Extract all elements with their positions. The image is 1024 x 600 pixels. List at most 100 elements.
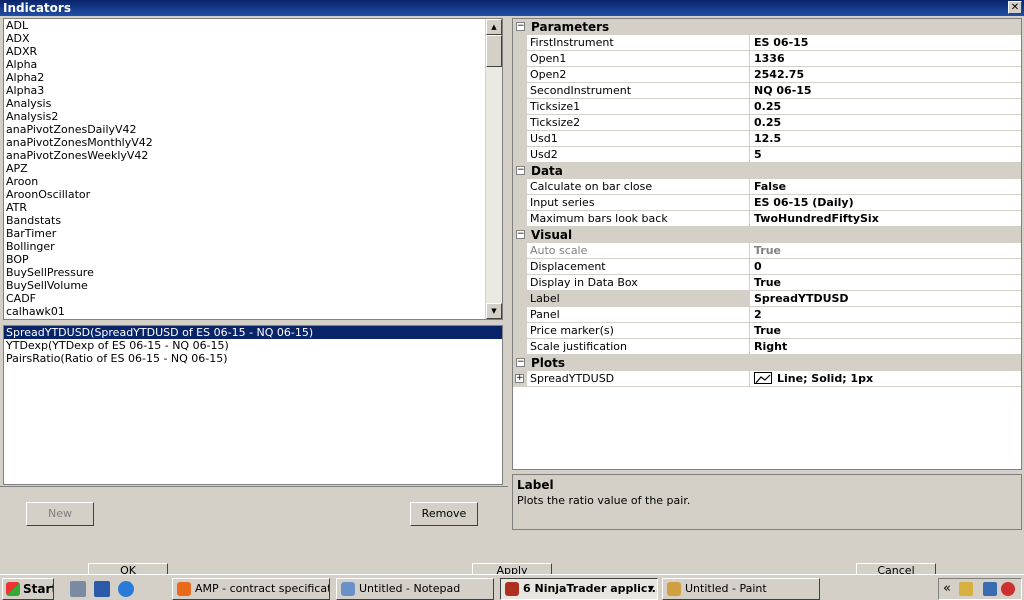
app-icon [505, 582, 519, 596]
property-value[interactable]: 2 [751, 307, 1021, 323]
property-value[interactable]: SpreadYTDUSD [751, 291, 1021, 307]
indicator-list-item[interactable]: ADX [4, 32, 502, 45]
category-parameters[interactable]: − Parameters [513, 19, 1021, 35]
property-value[interactable]: 1336 [751, 51, 1021, 67]
indicator-list-item[interactable]: Bollinger [4, 240, 502, 253]
quick-launch [62, 578, 162, 600]
applied-indicator-item[interactable]: YTDexp(YTDexp of ES 06-15 - NQ 06-15) [4, 339, 502, 352]
indicator-list-item[interactable]: AroonOscillator [4, 188, 502, 201]
remove-button[interactable]: Remove [410, 502, 478, 526]
applied-indicator-list[interactable]: SpreadYTDUSD(SpreadYTDUSD of ES 06-15 - … [3, 325, 503, 485]
scroll-down-icon[interactable]: ▼ [486, 303, 502, 319]
property-value[interactable]: 0.25 [751, 99, 1021, 115]
property-value[interactable]: True [751, 323, 1021, 339]
indicator-list-item[interactable]: anaPivotZonesMonthlyV42 [4, 136, 502, 149]
property-value[interactable]: Right [751, 339, 1021, 355]
category-visual[interactable]: − Visual [513, 227, 1021, 243]
property-row[interactable]: Ticksize2 0.25 [513, 115, 1021, 131]
indicator-list-item[interactable]: BOP [4, 253, 502, 266]
property-value[interactable]: 0 [751, 259, 1021, 275]
property-row[interactable]: Auto scale True [513, 243, 1021, 259]
property-value[interactable]: ES 06-15 [751, 35, 1021, 51]
property-value[interactable]: TwoHundredFiftySix [751, 211, 1021, 227]
close-button[interactable]: ✕ [1008, 1, 1022, 14]
property-value[interactable]: False [751, 179, 1021, 195]
indicator-list-item[interactable]: Bandstats [4, 214, 502, 227]
property-row[interactable]: Open1 1336 [513, 51, 1021, 67]
property-row[interactable]: Maximum bars look back TwoHundredFiftySix [513, 211, 1021, 227]
category-plots[interactable]: − Plots [513, 355, 1021, 371]
indicator-list-item[interactable]: anaPivotZonesWeeklyV42 [4, 149, 502, 162]
server-manager-icon[interactable] [70, 581, 86, 597]
property-value[interactable]: 2542.75 [751, 67, 1021, 83]
tray-chevron-icon[interactable]: « [943, 581, 951, 596]
scroll-thumb[interactable] [486, 35, 502, 67]
indicator-list-item[interactable]: Alpha2 [4, 71, 502, 84]
indicator-list-item[interactable]: BuySellPressure [4, 266, 502, 279]
collapse-icon[interactable]: − [516, 166, 525, 175]
new-button[interactable]: New [26, 502, 94, 526]
taskbar-item[interactable]: Untitled - Paint [662, 578, 820, 600]
description-text: Plots the ratio value of the pair. [517, 494, 691, 507]
property-value[interactable]: 5 [751, 147, 1021, 163]
property-row[interactable]: Price marker(s) True [513, 323, 1021, 339]
indicator-list-item[interactable]: Alpha [4, 58, 502, 71]
indicator-list-item[interactable]: ADL [4, 19, 502, 32]
property-value[interactable]: True [751, 243, 1021, 259]
indicator-list-item[interactable]: Analysis2 [4, 110, 502, 123]
property-row[interactable]: Displacement 0 [513, 259, 1021, 275]
property-row[interactable]: Input series ES 06-15 (Daily) [513, 195, 1021, 211]
property-row[interactable]: Display in Data Box True [513, 275, 1021, 291]
property-value[interactable]: 0.25 [751, 115, 1021, 131]
property-row[interactable]: Ticksize1 0.25 [513, 99, 1021, 115]
indicator-list-item[interactable]: calhawk01 [4, 305, 502, 318]
expand-icon[interactable]: + [515, 374, 524, 383]
scroll-up-icon[interactable]: ▲ [486, 19, 502, 35]
property-row[interactable]: + SpreadYTDUSD Line; Solid; 1px [513, 371, 1021, 387]
applied-indicator-item[interactable]: PairsRatio(Ratio of ES 06-15 - NQ 06-15) [4, 352, 502, 365]
volume-muted-icon[interactable] [1001, 582, 1015, 596]
taskbar-item[interactable]: 6 NinjaTrader applic... ▼ [500, 578, 658, 600]
property-row[interactable]: Open2 2542.75 [513, 67, 1021, 83]
property-row[interactable]: Usd1 12.5 [513, 131, 1021, 147]
taskbar-item[interactable]: Untitled - Notepad [336, 578, 494, 600]
indicator-list-item[interactable]: APZ [4, 162, 502, 175]
property-row[interactable]: SecondInstrument NQ 06-15 [513, 83, 1021, 99]
tray-app-icon[interactable] [959, 582, 973, 596]
indicator-list-item[interactable]: Aroon [4, 175, 502, 188]
property-grid[interactable]: − Parameters FirstInstrument ES 06-15 Open1 1… [512, 18, 1022, 470]
category-data[interactable]: − Data [513, 163, 1021, 179]
indicator-list-scrollbar[interactable]: ▲ ▼ [485, 19, 502, 319]
property-row[interactable]: Calculate on bar close False [513, 179, 1021, 195]
network-icon[interactable] [983, 582, 997, 596]
indicator-list[interactable]: ADL ADX ADXR Alpha Alpha2 Alpha3 Analysis Analy… [3, 18, 503, 320]
property-row[interactable]: Usd2 5 [513, 147, 1021, 163]
indicator-list-item[interactable]: BarTimer [4, 227, 502, 240]
taskbar-item-label: AMP - contract specificat... [195, 582, 330, 595]
property-value[interactable]: ES 06-15 (Daily) [751, 195, 1021, 211]
group-dropdown-icon[interactable]: ▼ [648, 579, 654, 599]
property-row[interactable]: FirstInstrument ES 06-15 [513, 35, 1021, 51]
property-value[interactable]: Line; Solid; 1px [751, 371, 1021, 387]
property-value[interactable]: NQ 06-15 [751, 83, 1021, 99]
indicator-list-item[interactable]: Alpha3 [4, 84, 502, 97]
collapse-icon[interactable]: − [516, 358, 525, 367]
indicator-list-item[interactable]: anaPivotZonesDailyV42 [4, 123, 502, 136]
collapse-icon[interactable]: − [516, 22, 525, 31]
show-desktop-icon[interactable] [94, 581, 110, 597]
indicator-list-item[interactable]: CADF [4, 292, 502, 305]
applied-indicator-item[interactable]: SpreadYTDUSD(SpreadYTDUSD of ES 06-15 - … [4, 326, 502, 339]
taskbar-item[interactable]: AMP - contract specificat... [172, 578, 330, 600]
indicator-list-item[interactable]: ATR [4, 201, 502, 214]
indicator-list-item[interactable]: Analysis [4, 97, 502, 110]
internet-explorer-icon[interactable] [118, 581, 134, 597]
property-row[interactable]: Label SpreadYTDUSD [513, 291, 1021, 307]
property-value[interactable]: True [751, 275, 1021, 291]
property-row[interactable]: Panel 2 [513, 307, 1021, 323]
start-button[interactable]: Start [2, 578, 54, 600]
property-row[interactable]: Scale justification Right [513, 339, 1021, 355]
collapse-icon[interactable]: − [516, 230, 525, 239]
property-value[interactable]: 12.5 [751, 131, 1021, 147]
indicator-list-item[interactable]: ADXR [4, 45, 502, 58]
indicator-list-item[interactable]: BuySellVolume [4, 279, 502, 292]
